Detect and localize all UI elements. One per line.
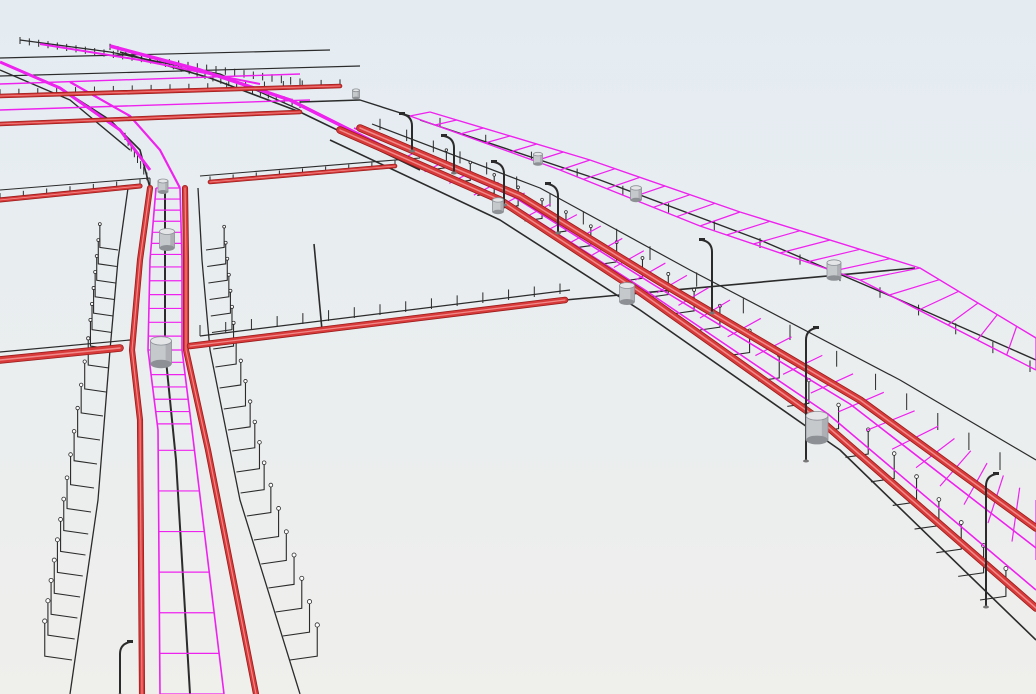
model-viewport[interactable]: [0, 0, 1036, 694]
lamp-head-icon: [45, 598, 51, 604]
lamp-head-icon: [79, 382, 84, 387]
lamp-head-icon: [248, 399, 253, 404]
manhole-chamber-icon: [492, 197, 504, 215]
lamp-head-icon: [98, 222, 102, 226]
manhole-chamber-icon: [352, 88, 360, 100]
lamp-head-icon: [48, 577, 54, 583]
lamp-head-icon: [692, 287, 697, 292]
lamp-head-icon: [88, 317, 93, 322]
lamp-head-icon: [958, 520, 964, 525]
manhole-chamber-icon: [630, 185, 642, 203]
lamp-head-icon: [257, 440, 262, 445]
lamp-head-icon: [91, 286, 96, 290]
lamp-head-icon: [891, 451, 897, 456]
lamp-head-icon: [64, 475, 70, 481]
manhole-chamber-icon: [805, 410, 829, 445]
lamp-head-icon: [94, 254, 99, 258]
lamp-head-icon: [540, 197, 544, 202]
lamp-head-icon: [42, 618, 48, 624]
utility-network-scene[interactable]: [0, 0, 1036, 694]
lamp-head-icon: [238, 358, 243, 363]
manhole-chamber-icon: [619, 282, 635, 305]
lamp-head-icon: [307, 599, 313, 605]
lamp-head-icon: [231, 320, 236, 325]
lamp-head-icon: [222, 224, 226, 229]
lamp-head-icon: [55, 537, 60, 543]
lamp-head-icon: [51, 557, 57, 563]
manhole-chamber-icon: [150, 336, 172, 369]
lamp-head-icon: [86, 336, 91, 341]
lamp-head-icon: [516, 185, 520, 190]
lamp-head-icon: [228, 288, 233, 293]
lamp-head-icon: [936, 497, 942, 502]
lamp-head-icon: [314, 622, 320, 628]
lamp-head-icon: [564, 210, 568, 214]
lamp-head-icon: [836, 402, 841, 408]
lamp-head-icon: [283, 529, 289, 535]
lamp-head-icon: [82, 359, 87, 364]
lamp-head-icon: [268, 482, 274, 488]
lamp-head-icon: [96, 238, 101, 242]
manhole-chamber-icon: [826, 259, 842, 281]
lamp-head-icon: [444, 148, 449, 152]
lamp-head-icon: [261, 460, 267, 465]
lamp-head-icon: [223, 240, 228, 245]
lamp-head-icon: [468, 160, 472, 165]
lamp-head-icon: [68, 452, 73, 457]
lamp-head-icon: [93, 270, 98, 274]
lamp-head-icon: [276, 506, 281, 511]
lamp-head-icon: [230, 304, 234, 309]
lamp-head-icon: [75, 405, 80, 411]
lamp-head-icon: [1003, 566, 1009, 571]
manhole-chamber-icon: [157, 178, 169, 194]
lamp-head-icon: [225, 256, 230, 261]
lamp-head-icon: [299, 575, 305, 581]
lamp-head-icon: [640, 256, 645, 260]
lamp-head-icon: [71, 429, 77, 434]
lamp-head-icon: [666, 272, 671, 276]
manhole-chamber-icon: [159, 228, 175, 251]
lamp-head-icon: [243, 379, 248, 384]
lamp-head-icon: [589, 224, 593, 229]
lamp-head-icon: [914, 474, 919, 479]
lamp-head-icon: [58, 517, 63, 522]
lamp-head-icon: [492, 173, 496, 177]
lamp-head-icon: [291, 552, 297, 558]
lamp-head-icon: [226, 272, 231, 277]
manhole-chamber-icon: [533, 151, 543, 166]
lamp-head-icon: [90, 301, 94, 306]
lamp-head-icon: [61, 496, 67, 502]
lamp-head-icon: [252, 419, 257, 425]
